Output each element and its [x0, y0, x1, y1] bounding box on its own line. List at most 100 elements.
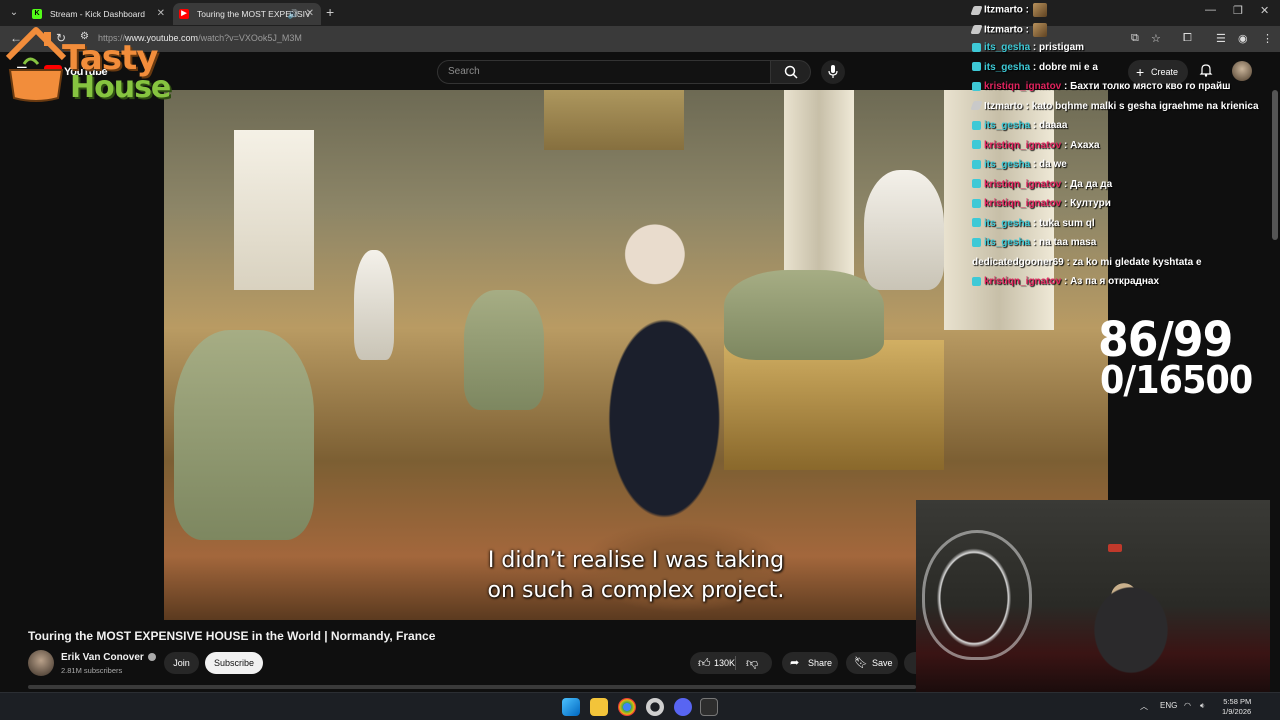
chat-separator: : — [1061, 276, 1071, 287]
chat-message: its_gesha : daaaa — [972, 120, 1067, 138]
screen: ⌄ K Stream - Kick Dashboard ✕ ▶ Touring … — [0, 0, 1280, 720]
chat-username[interactable]: Itzmarto — [984, 24, 1023, 35]
video-armchair — [174, 330, 314, 540]
join-button[interactable]: Join — [164, 652, 199, 674]
chat-username[interactable]: Itzmarto — [984, 5, 1023, 16]
start-windows-icon[interactable] — [562, 698, 580, 716]
voice-search-button[interactable] — [821, 60, 845, 84]
chat-username[interactable]: dedicatedgooner69 — [972, 257, 1064, 268]
chat-emote-icon — [1033, 22, 1048, 37]
save-label: Save — [872, 658, 893, 668]
chat-separator: : — [1030, 217, 1040, 229]
new-tab-button[interactable]: + — [326, 4, 334, 20]
logo-word-house: House — [70, 70, 171, 105]
chat-separator: : — [1022, 24, 1030, 36]
chat-username[interactable]: its_gesha — [984, 218, 1030, 229]
chat-separator: : — [1061, 81, 1071, 92]
search-button[interactable] — [771, 60, 811, 84]
pen-badge-icon — [970, 25, 983, 34]
clock-date: 1/9/2026 — [1222, 707, 1252, 716]
chat-text: kato bqhme malki s gesha igraehme na kri… — [1031, 100, 1259, 112]
red-light — [1108, 544, 1122, 552]
chat-text: Култури — [1070, 198, 1111, 209]
chat-message: dedicatedgooner69 : za ko mi gledate kys… — [972, 257, 1202, 275]
moderator-badge-icon — [972, 218, 981, 228]
chat-username[interactable]: its_gesha — [984, 237, 1030, 248]
chat-message: kristiqn_ignatov : Да да да — [972, 179, 1112, 197]
channel-name[interactable]: Erik Van Conover — [61, 652, 156, 663]
chat-username[interactable]: kristiqn_ignatov — [984, 81, 1061, 92]
share-button[interactable]: ➦ Share — [782, 652, 838, 674]
chat-text: da we — [1039, 159, 1067, 170]
wifi-icon[interactable]: ◠ — [1184, 701, 1191, 710]
chat-message: Itzmarto : kato bqhme malki s gesha igra… — [970, 100, 1259, 119]
save-button[interactable]: 🔖︎ Save — [846, 652, 898, 674]
chat-text: Да да да — [1070, 178, 1113, 190]
chat-username[interactable]: its_gesha — [984, 120, 1030, 131]
thumbs-up-icon[interactable]: 👍︎ — [698, 652, 711, 674]
subscribe-button[interactable]: Subscribe — [205, 652, 263, 674]
chat-message: its_gesha : pristigam — [972, 42, 1084, 60]
language-indicator[interactable]: ENG — [1160, 701, 1177, 710]
moderator-badge-icon — [972, 42, 981, 52]
chat-username[interactable]: its_gesha — [984, 62, 1030, 73]
chat-text: daaaa — [1039, 120, 1068, 131]
chat-username[interactable]: kristiqn_ignatov — [984, 179, 1061, 190]
chat-text: dobre mi e a — [1039, 61, 1098, 73]
chat-text: Ахаха — [1070, 139, 1100, 151]
chat-separator: : — [1022, 100, 1032, 112]
clock-time: 5:58 PM — [1223, 697, 1252, 706]
channel-avatar[interactable] — [28, 650, 54, 676]
terminal-icon[interactable] — [700, 698, 718, 716]
close-tab-icon[interactable]: ✕ — [306, 3, 314, 25]
chat-separator: : — [1061, 198, 1071, 209]
moderator-badge-icon — [972, 237, 981, 247]
chat-username[interactable]: its_gesha — [984, 159, 1030, 170]
discord-icon[interactable] — [674, 698, 692, 716]
system-clock[interactable]: 5:58 PM 1/9/2026 — [1222, 697, 1251, 717]
chat-separator: : — [1030, 42, 1040, 53]
chat-separator: : — [1030, 61, 1040, 73]
url-path: /watch?v=VXOok5J_M3M — [198, 33, 302, 43]
thumbs-down-icon[interactable]: 👎︎ — [746, 652, 758, 674]
moderator-badge-icon — [972, 179, 981, 189]
chat-username[interactable]: kristiqn_ignatov — [984, 276, 1061, 287]
chat-text: za ko mi gledate kyshtata e — [1072, 256, 1202, 268]
house-pot-logo-icon — [5, 27, 67, 102]
chat-username[interactable]: kristiqn_ignatov — [984, 198, 1061, 209]
obs-icon[interactable] — [646, 698, 664, 716]
tab-youtube-video[interactable]: ▶ Touring the MOST EXPENSIV 🔊 ✕ — [173, 3, 321, 25]
like-count[interactable]: 130K — [714, 652, 735, 674]
share-arrow-icon: ➦ — [790, 657, 800, 669]
tasty-house-logo: Tasty House — [4, 18, 176, 106]
counter-secondary: 0/16500 — [1100, 358, 1253, 402]
youtube-icon: ▶ — [179, 9, 189, 19]
stream-chat-overlay: Itzmarto : Itzmarto : its_gesha : pristiga… — [970, 0, 1272, 300]
chat-text: Аз па я откраднах — [1070, 276, 1160, 287]
volume-icon[interactable]: 🔉︎ — [1200, 701, 1205, 711]
chat-message: its_gesha : dobre mi e a — [972, 62, 1098, 80]
chat-username[interactable]: Itzmarto — [984, 101, 1023, 112]
microphone-icon — [828, 65, 838, 78]
chat-separator: : — [1030, 159, 1040, 170]
horizontal-scrollbar[interactable] — [28, 685, 916, 689]
chat-emote-icon — [1033, 3, 1048, 17]
chrome-icon[interactable] — [618, 698, 636, 716]
video-gilded-mirror — [544, 90, 684, 150]
subscriber-count: 2.81M subscribers — [61, 666, 123, 675]
file-explorer-icon[interactable] — [590, 698, 608, 716]
moderator-badge-icon — [972, 120, 981, 130]
audio-playing-icon[interactable]: 🔊 — [288, 3, 299, 25]
verified-badge-icon — [147, 653, 156, 662]
bookmark-icon: 🔖︎ — [854, 657, 868, 669]
tray-overflow-chevron-icon[interactable]: ︿ — [1140, 701, 1148, 712]
chat-separator: : — [1030, 120, 1040, 131]
chat-message: Itzmarto : — [970, 22, 1048, 41]
vertical-scrollbar[interactable] — [1272, 90, 1278, 240]
divider — [735, 656, 736, 670]
chat-username[interactable]: its_gesha — [984, 42, 1030, 53]
chat-message: its_gesha : da we — [972, 159, 1067, 177]
chat-username[interactable]: kristiqn_ignatov — [984, 140, 1061, 151]
moderator-badge-icon — [972, 276, 981, 286]
search-input[interactable]: Search — [437, 60, 771, 84]
